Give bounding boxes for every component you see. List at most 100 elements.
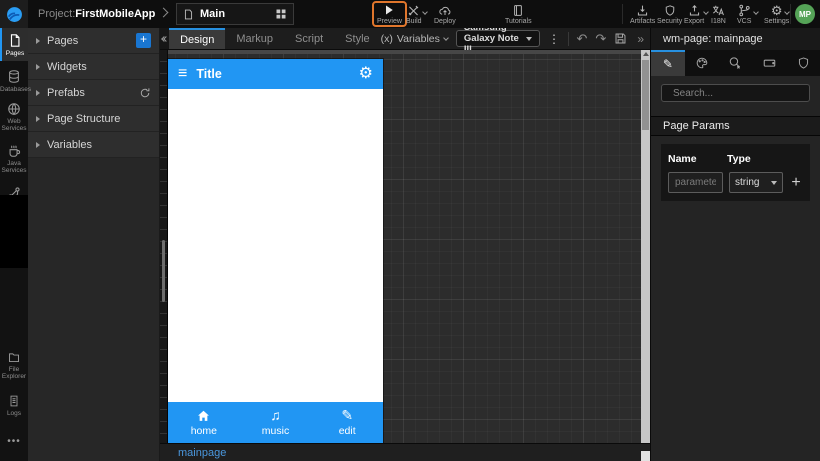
translate-icon bbox=[711, 4, 725, 17]
tab-inspect[interactable] bbox=[719, 50, 753, 76]
user-avatar[interactable]: MP bbox=[795, 4, 815, 24]
add-icon: + bbox=[139, 32, 147, 46]
toolbar-divider bbox=[790, 4, 791, 24]
add-param-button[interactable]: + bbox=[789, 173, 803, 191]
phone-preview[interactable]: ≡ Title ⚙ home ♫ music ✎ edit bbox=[168, 59, 383, 443]
sidebar-item-pages[interactable]: Pages bbox=[0, 28, 28, 61]
column-type: Type bbox=[727, 153, 751, 165]
param-name-input[interactable] bbox=[668, 172, 723, 193]
export-button[interactable]: Export bbox=[684, 1, 709, 27]
section-page-structure[interactable]: Page Structure bbox=[28, 106, 159, 132]
security-button[interactable]: Security bbox=[657, 1, 682, 27]
section-pages[interactable]: Pages + bbox=[28, 28, 159, 54]
vertical-scrollbar-thumb[interactable] bbox=[162, 240, 165, 302]
divider bbox=[567, 31, 569, 46]
current-page-name: Main bbox=[200, 8, 226, 20]
device-selector[interactable]: Samsung Galaxy Note III bbox=[455, 22, 540, 55]
sidebar-item-logs[interactable]: Logs bbox=[0, 390, 28, 420]
log-file-icon bbox=[10, 395, 18, 406]
tab-style[interactable]: Style bbox=[334, 28, 380, 49]
section-prefabs[interactable]: Prefabs bbox=[28, 80, 159, 106]
triangle-right-icon bbox=[36, 115, 40, 122]
tab-markup[interactable]: Markup bbox=[225, 28, 284, 49]
gear-icon[interactable]: ⚙ bbox=[359, 66, 373, 82]
upload-tray-icon bbox=[688, 4, 709, 17]
app-logo[interactable] bbox=[0, 0, 28, 28]
tab-design[interactable]: Design bbox=[169, 28, 226, 49]
top-bar: Project: FirstMobileApp Main Preview Bui… bbox=[0, 0, 820, 28]
toolbar-right-group: (x) Variables Samsung Galaxy Note III ⋮ … bbox=[381, 22, 650, 55]
book-icon bbox=[512, 4, 524, 17]
pencil-icon: ✎ bbox=[662, 57, 673, 71]
more-options-button[interactable]: ••• bbox=[0, 436, 28, 447]
canvas-scrollbar-thumb[interactable] bbox=[642, 60, 649, 130]
settings-button[interactable]: ⚙ Settings bbox=[764, 1, 791, 27]
tab-device[interactable] bbox=[752, 50, 786, 76]
shield-outline-icon bbox=[798, 57, 808, 69]
param-row: string + bbox=[668, 172, 803, 193]
chevron-down-icon bbox=[422, 8, 429, 15]
tab-properties[interactable]: ✎ bbox=[651, 50, 685, 76]
chevron-down-icon bbox=[752, 8, 759, 15]
preview-label: Preview bbox=[377, 17, 402, 25]
branch-icon bbox=[738, 4, 759, 17]
kebab-menu-button[interactable]: ⋮ bbox=[548, 32, 560, 46]
search-input[interactable] bbox=[673, 87, 805, 99]
add-page-button[interactable]: + bbox=[136, 33, 151, 48]
hamburger-menu-icon[interactable]: ≡ bbox=[178, 66, 187, 82]
vcs-button[interactable]: VCS bbox=[737, 1, 759, 27]
activity-bar: Pages Databases Web Services Java Servic… bbox=[0, 28, 31, 461]
artifacts-button[interactable]: Artifacts bbox=[630, 1, 655, 27]
tutorials-button[interactable]: Tutorials bbox=[505, 1, 532, 27]
mobile-page-content[interactable] bbox=[168, 89, 383, 402]
property-search[interactable] bbox=[661, 84, 810, 102]
design-canvas[interactable]: ≡ Title ⚙ home ♫ music ✎ edit bbox=[160, 50, 650, 443]
magnifier-x-icon bbox=[730, 57, 741, 69]
preview-button[interactable]: Preview bbox=[372, 1, 407, 27]
undo-button[interactable]: ↶ bbox=[577, 32, 588, 45]
search-area bbox=[651, 76, 820, 108]
properties-panel: wm-page: mainpage ✎ Search... Page Param… bbox=[650, 28, 820, 461]
page-selector[interactable]: Main bbox=[176, 3, 294, 25]
page-params-header: Page Params bbox=[651, 116, 820, 136]
section-variables[interactable]: Variables bbox=[28, 132, 159, 158]
build-button[interactable]: Build bbox=[406, 1, 429, 27]
sidebar-item-file-explorer[interactable]: File Explorer bbox=[0, 346, 28, 384]
tab-script[interactable]: Script bbox=[284, 28, 334, 49]
sidebar-item-web-services[interactable]: Web Services bbox=[0, 98, 28, 136]
section-widgets[interactable]: Widgets bbox=[28, 54, 159, 80]
canvas-scrollbar[interactable] bbox=[641, 50, 650, 443]
design-toolbar: Design Markup Script Style (x) Variables… bbox=[160, 22, 650, 55]
add-icon: + bbox=[791, 173, 801, 191]
sidebar-item-java-services[interactable]: Java Services bbox=[0, 140, 28, 178]
i18n-button[interactable]: I18N bbox=[711, 1, 726, 27]
tab-security[interactable] bbox=[786, 50, 820, 76]
tabbar-item-music[interactable]: ♫ music bbox=[240, 402, 312, 443]
save-button[interactable] bbox=[614, 32, 627, 45]
column-name: Name bbox=[668, 153, 697, 165]
deploy-button[interactable]: Deploy bbox=[434, 1, 456, 27]
grid-icon[interactable] bbox=[275, 8, 287, 20]
tabbar-item-edit[interactable]: ✎ edit bbox=[311, 402, 383, 443]
page-params-table: Name Type string + bbox=[661, 144, 810, 201]
scroll-up-arrow-icon[interactable] bbox=[642, 52, 649, 56]
mobile-navbar[interactable]: ≡ Title ⚙ bbox=[168, 59, 383, 89]
globe-icon bbox=[8, 103, 20, 116]
chevrons-right-icon: » bbox=[637, 31, 644, 46]
tab-styles[interactable] bbox=[685, 50, 719, 76]
table-header: Name Type bbox=[668, 150, 803, 168]
page-tab-mainpage[interactable]: mainpage bbox=[178, 444, 226, 461]
build-tools-icon bbox=[407, 4, 429, 17]
redo-button[interactable]: ↷ bbox=[595, 32, 606, 45]
sidebar-item-databases[interactable]: Databases bbox=[0, 66, 31, 96]
variables-dropdown[interactable]: (x) Variables bbox=[381, 33, 449, 45]
param-type-select[interactable]: string bbox=[729, 172, 783, 193]
palette-icon bbox=[696, 57, 707, 69]
collapse-left-panel-button[interactable] bbox=[160, 28, 170, 49]
cloud-upload-icon bbox=[438, 4, 452, 17]
expand-right-panel-button[interactable]: » bbox=[635, 32, 646, 46]
refresh-prefabs-button[interactable] bbox=[139, 87, 151, 99]
chevron-down-icon bbox=[702, 8, 709, 15]
sidebar-blank-panel bbox=[0, 195, 28, 268]
tabbar-item-home[interactable]: home bbox=[168, 402, 240, 443]
